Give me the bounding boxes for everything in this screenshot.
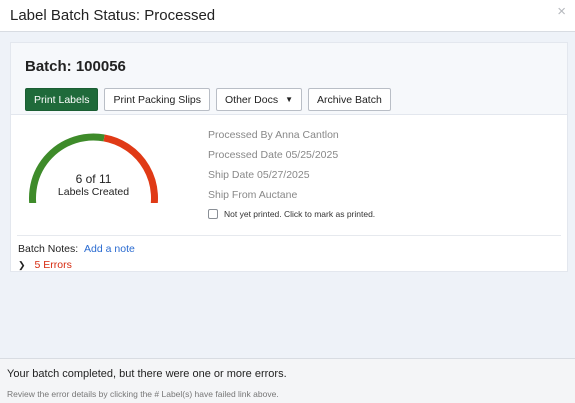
errors-toggle[interactable]: ❯ 5 Errors: [18, 259, 72, 271]
add-note-link[interactable]: Add a note: [84, 243, 135, 255]
modal-body: Batch: 100056 Print Labels Print Packing…: [0, 32, 575, 358]
batch-actions: Print Labels Print Packing Slips Other D…: [25, 88, 391, 111]
footer-message: Your batch completed, but there were one…: [7, 368, 287, 380]
archive-batch-button[interactable]: Archive Batch: [308, 88, 391, 111]
batch-notes-label: Batch Notes:: [18, 243, 79, 255]
modal-title: Label Batch Status: Processed: [10, 7, 216, 24]
chevron-right-icon: ❯: [18, 259, 26, 270]
ship-from: Ship From Auctane: [208, 189, 298, 201]
print-status-label: Not yet printed. Click to mark as printe…: [224, 209, 376, 219]
other-docs-label: Other Docs: [225, 93, 279, 106]
print-packing-slips-button[interactable]: Print Packing Slips: [104, 88, 210, 111]
batch-notes: Batch Notes: Add a note: [18, 243, 135, 255]
batch-title: Batch: 100056: [25, 58, 126, 75]
divider: [17, 235, 561, 236]
mark-printed-checkbox[interactable]: [208, 209, 218, 219]
batch-info: Processed By Anna Cantlon Processed Date…: [208, 129, 339, 209]
gauge-caption: Labels Created: [57, 186, 130, 198]
print-labels-button[interactable]: Print Labels: [25, 88, 99, 111]
errors-label: 5 Errors: [34, 259, 72, 271]
processed-date: Processed Date 05/25/2025: [208, 149, 339, 161]
batch-card-header: Batch: 100056 Print Labels Print Packing…: [11, 43, 567, 115]
batch-card: Batch: 100056 Print Labels Print Packing…: [10, 42, 568, 272]
other-docs-dropdown[interactable]: Other Docs ▼: [216, 88, 303, 111]
modal-header: Label Batch Status: Processed ×: [0, 0, 575, 32]
processed-by: Processed By Anna Cantlon: [208, 129, 339, 141]
gauge-label: 6 of 11 Labels Created: [26, 173, 161, 199]
print-status-row[interactable]: Not yet printed. Click to mark as printe…: [208, 209, 375, 219]
status-footer: Your batch completed, but there were one…: [0, 358, 575, 403]
footer-hint: Review the error details by clicking the…: [7, 389, 279, 399]
ship-date: Ship Date 05/27/2025: [208, 169, 310, 181]
gauge-count: 6 of 11: [75, 172, 112, 186]
caret-down-icon: ▼: [285, 95, 294, 104]
close-icon[interactable]: ×: [557, 4, 566, 19]
